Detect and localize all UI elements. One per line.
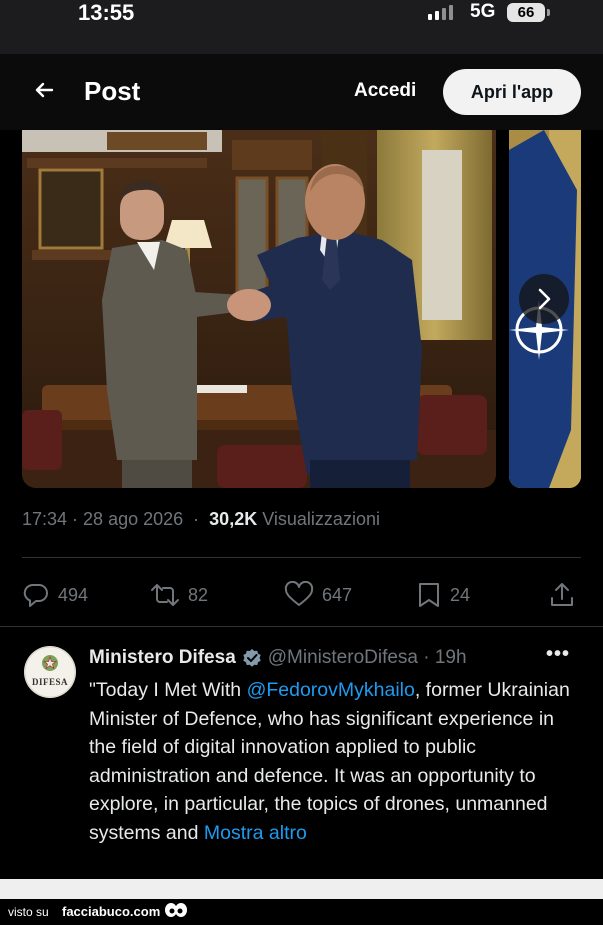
tweet-text: "Today I Met With @FedorovMykhailo, form… — [89, 676, 584, 847]
reply-count: 494 — [58, 584, 89, 605]
post-timestamp[interactable]: 17:34 · 28 ago 2026 — [22, 509, 183, 529]
battery-icon: 66 — [507, 3, 545, 22]
more-options-icon[interactable]: ••• — [546, 643, 570, 666]
share-button[interactable] — [548, 575, 576, 615]
tweet-text-part: "Today I Met With — [89, 679, 247, 701]
views-count: 30,2K — [209, 509, 258, 529]
avatar[interactable]: DIFESA — [24, 646, 76, 698]
tweet-text-part: , former Ukrainian Minister of Defence, … — [89, 679, 570, 844]
battery-tip — [547, 9, 550, 16]
show-more-link[interactable]: Mostra altro — [204, 822, 307, 844]
difesa-emblem-icon — [24, 646, 76, 698]
bookmark-button[interactable]: 24 — [416, 575, 470, 615]
network-type: 5G — [470, 1, 496, 22]
divider — [22, 557, 581, 558]
watermark-visto-su: visto su — [8, 905, 49, 919]
quoted-tweet[interactable]: DIFESA Ministero Difesa @MinisteroDifesa… — [0, 627, 603, 879]
repost-count: 82 — [188, 584, 209, 605]
chevron-right-icon — [538, 288, 551, 310]
views-label: Visualizzazioni — [262, 509, 380, 529]
post-photo[interactable] — [22, 130, 496, 488]
eyes-logo-icon — [165, 903, 187, 917]
avatar-text: DIFESA — [31, 677, 68, 687]
author-name[interactable]: Ministero Difesa — [89, 647, 236, 669]
post-photo-illustration — [22, 130, 496, 488]
reply-button[interactable]: 494 — [22, 575, 88, 615]
meta-separator: · — [188, 509, 205, 529]
next-image-button[interactable] — [519, 274, 569, 324]
share-icon — [551, 583, 573, 606]
login-button[interactable]: Accedi — [354, 80, 416, 102]
top-nav-bar: Post Accedi Apri l'app — [0, 54, 603, 130]
author-row: Ministero Difesa @MinisteroDifesa · 19h — [89, 645, 467, 671]
author-handle[interactable]: @MinisteroDifesa · 19h — [268, 647, 467, 669]
watermark-site: facciabuco.com — [62, 904, 161, 919]
post-actions: 494 82 647 24 — [0, 575, 603, 615]
repost-button[interactable]: 82 — [150, 575, 208, 615]
bookmark-icon — [419, 583, 439, 607]
status-bar: 13:55 5G 66 — [0, 0, 603, 54]
verified-badge-icon — [243, 649, 261, 667]
like-button[interactable]: 647 — [284, 575, 352, 615]
mention-link[interactable]: @FedorovMykhailo — [247, 679, 415, 701]
status-time: 13:55 — [78, 0, 135, 25]
bookmark-count: 24 — [450, 584, 471, 605]
like-count: 647 — [322, 584, 353, 605]
repost-icon — [151, 584, 179, 606]
heart-icon — [284, 581, 314, 606]
page-title: Post — [84, 76, 141, 106]
bottom-band — [0, 879, 603, 899]
open-app-button[interactable]: Apri l'app — [443, 69, 581, 115]
post-meta: 17:34 · 28 ago 2026 · 30,2K Visualizzazi… — [22, 509, 380, 530]
back-arrow-icon[interactable] — [30, 76, 58, 104]
reply-icon — [23, 583, 48, 607]
watermark-footer: visto su facciabuco.com — [0, 899, 603, 925]
signal-icon — [428, 4, 453, 20]
